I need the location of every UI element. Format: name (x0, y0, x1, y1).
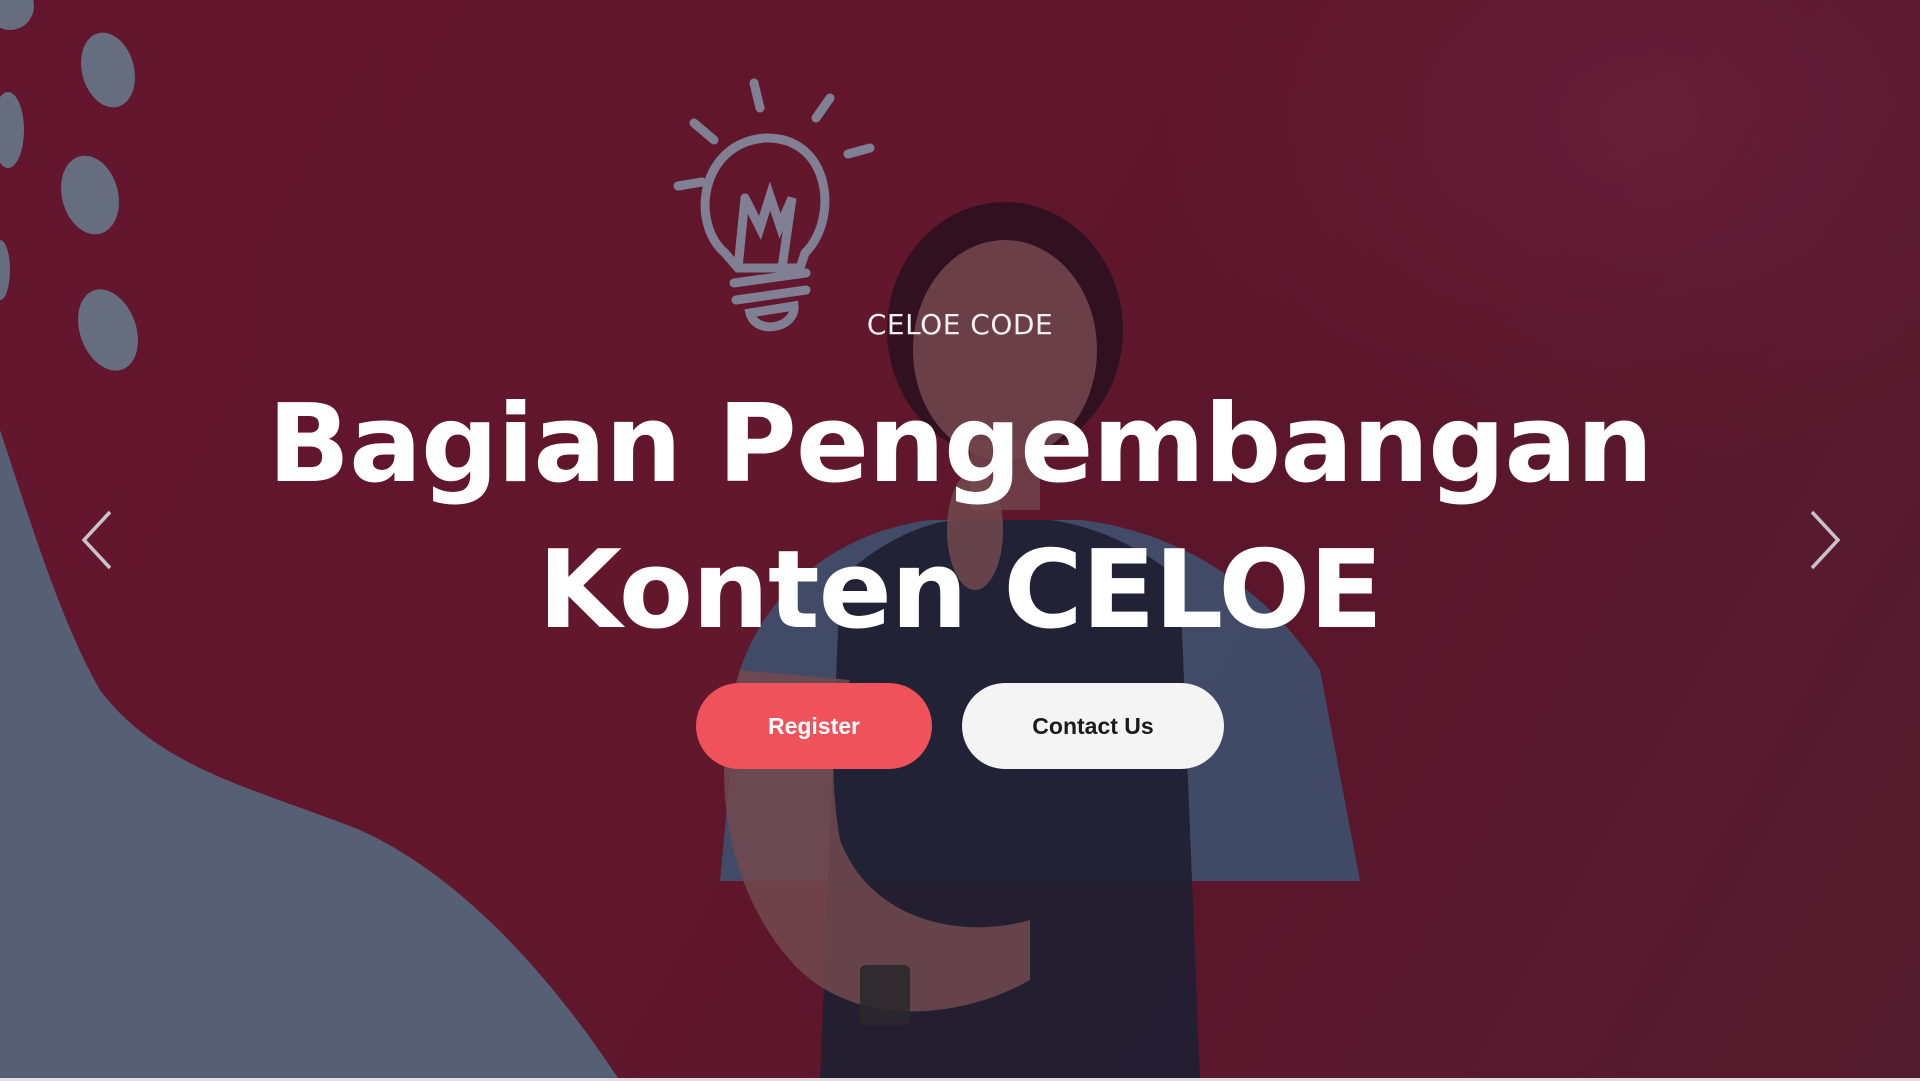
hero-slider: CELOE CODE Bagian Pengembangan Konten CE… (0, 0, 1920, 1081)
chevron-left-icon (81, 510, 112, 570)
carousel-next-button[interactable] (1804, 508, 1844, 572)
hero-subtitle: CELOE CODE (866, 308, 1054, 341)
contact-us-button[interactable]: Contact Us (962, 683, 1224, 769)
register-button[interactable]: Register (696, 683, 932, 769)
carousel-prev-button[interactable] (78, 508, 118, 572)
hero-content: CELOE CODE Bagian Pengembangan Konten CE… (0, 0, 1920, 1081)
hero-title: Bagian Pengembangan Konten CELOE (260, 372, 1660, 664)
hero-title-line1: Bagian Pengembangan (267, 382, 1653, 507)
chevron-right-icon (1810, 510, 1841, 570)
hero-buttons: Register Contact Us (0, 683, 1920, 769)
hero-title-line2: Konten CELOE (538, 528, 1383, 653)
